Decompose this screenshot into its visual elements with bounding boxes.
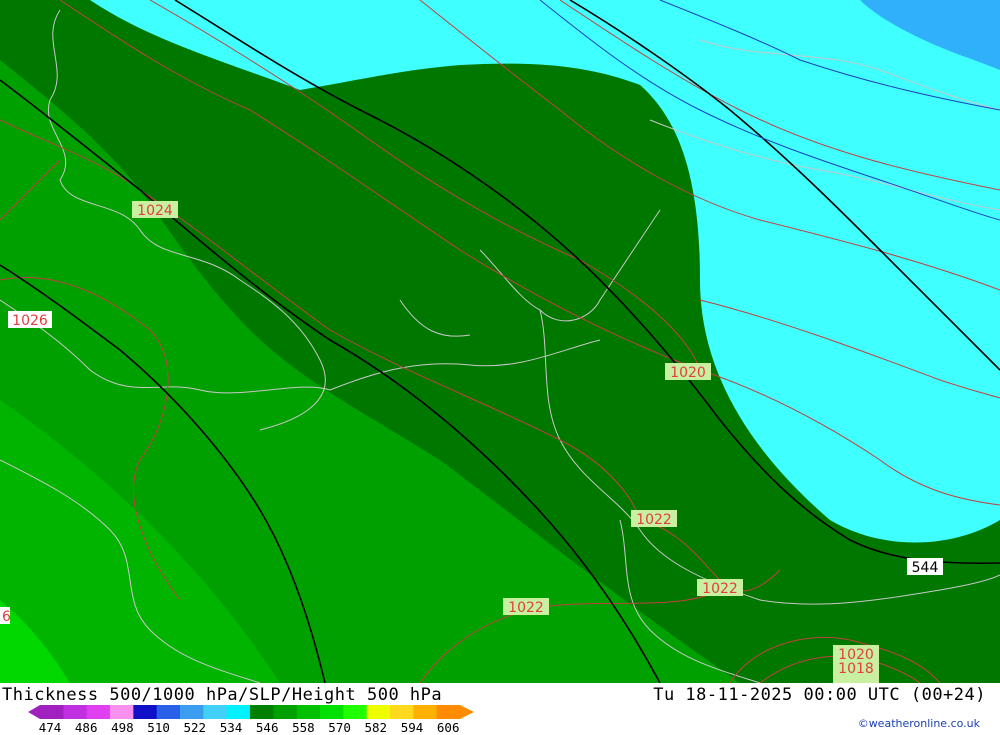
scale-swatch xyxy=(273,705,298,719)
scale-swatch xyxy=(63,705,88,719)
svg-text:544: 544 xyxy=(912,560,939,576)
scale-swatch xyxy=(343,705,368,719)
svg-text:1022: 1022 xyxy=(636,512,672,528)
map-datetime: Tu 18-11-2025 00:00 UTC (00+24) xyxy=(653,685,986,705)
scale-swatch xyxy=(40,705,64,719)
slp-label-1026: 1026 xyxy=(8,311,52,329)
slp-label-edge: 6 xyxy=(0,607,11,625)
scale-swatch xyxy=(133,705,158,719)
scale-swatch xyxy=(250,705,274,719)
color-scale-labels: 474 486 498 510 522 534 546 558 570 582 594 606 xyxy=(0,720,520,735)
scale-swatch xyxy=(156,705,181,719)
slp-label-1018: 1018 xyxy=(833,660,879,677)
scale-swatch xyxy=(226,705,251,719)
slp-label-1020: 1020 xyxy=(665,363,711,381)
svg-text:1018: 1018 xyxy=(838,661,874,677)
height-label-544: 544 xyxy=(907,558,943,576)
slp-label-1022-b: 1022 xyxy=(697,579,743,597)
scale-swatch xyxy=(320,705,344,719)
svg-text:1020: 1020 xyxy=(670,365,706,381)
scale-swatch xyxy=(390,705,414,719)
svg-text:6: 6 xyxy=(2,609,11,625)
slp-label-1022-c: 1022 xyxy=(503,598,549,616)
map-title: Thickness 500/1000 hPa/SLP/Height 500 hP… xyxy=(2,685,443,705)
scale-swatch xyxy=(296,705,321,719)
scale-swatch xyxy=(86,705,111,719)
slp-label-1024: 1024 xyxy=(132,201,178,219)
footer-bar: Thickness 500/1000 hPa/SLP/Height 500 hP… xyxy=(0,683,1000,735)
svg-text:1022: 1022 xyxy=(508,600,544,616)
svg-text:1022: 1022 xyxy=(702,581,738,597)
scale-swatch xyxy=(180,705,204,719)
weather-map: 1024 1026 1020 1022 1022 1022 1020 1018 … xyxy=(0,0,1000,683)
color-scale-bar xyxy=(28,705,474,719)
slp-label-1022-a: 1022 xyxy=(631,510,677,528)
scale-swatch xyxy=(436,705,461,719)
scale-swatch xyxy=(203,705,228,719)
scale-arrow-right xyxy=(460,705,474,719)
scale-swatch xyxy=(413,705,438,719)
credit-link[interactable]: ©weatheronline.co.uk xyxy=(858,717,980,730)
svg-text:1024: 1024 xyxy=(137,203,173,219)
scale-arrow-left xyxy=(28,705,40,719)
scale-swatch xyxy=(366,705,391,719)
scale-swatch xyxy=(110,705,134,719)
svg-text:1026: 1026 xyxy=(12,313,48,329)
slp-label-1016 xyxy=(833,676,879,683)
